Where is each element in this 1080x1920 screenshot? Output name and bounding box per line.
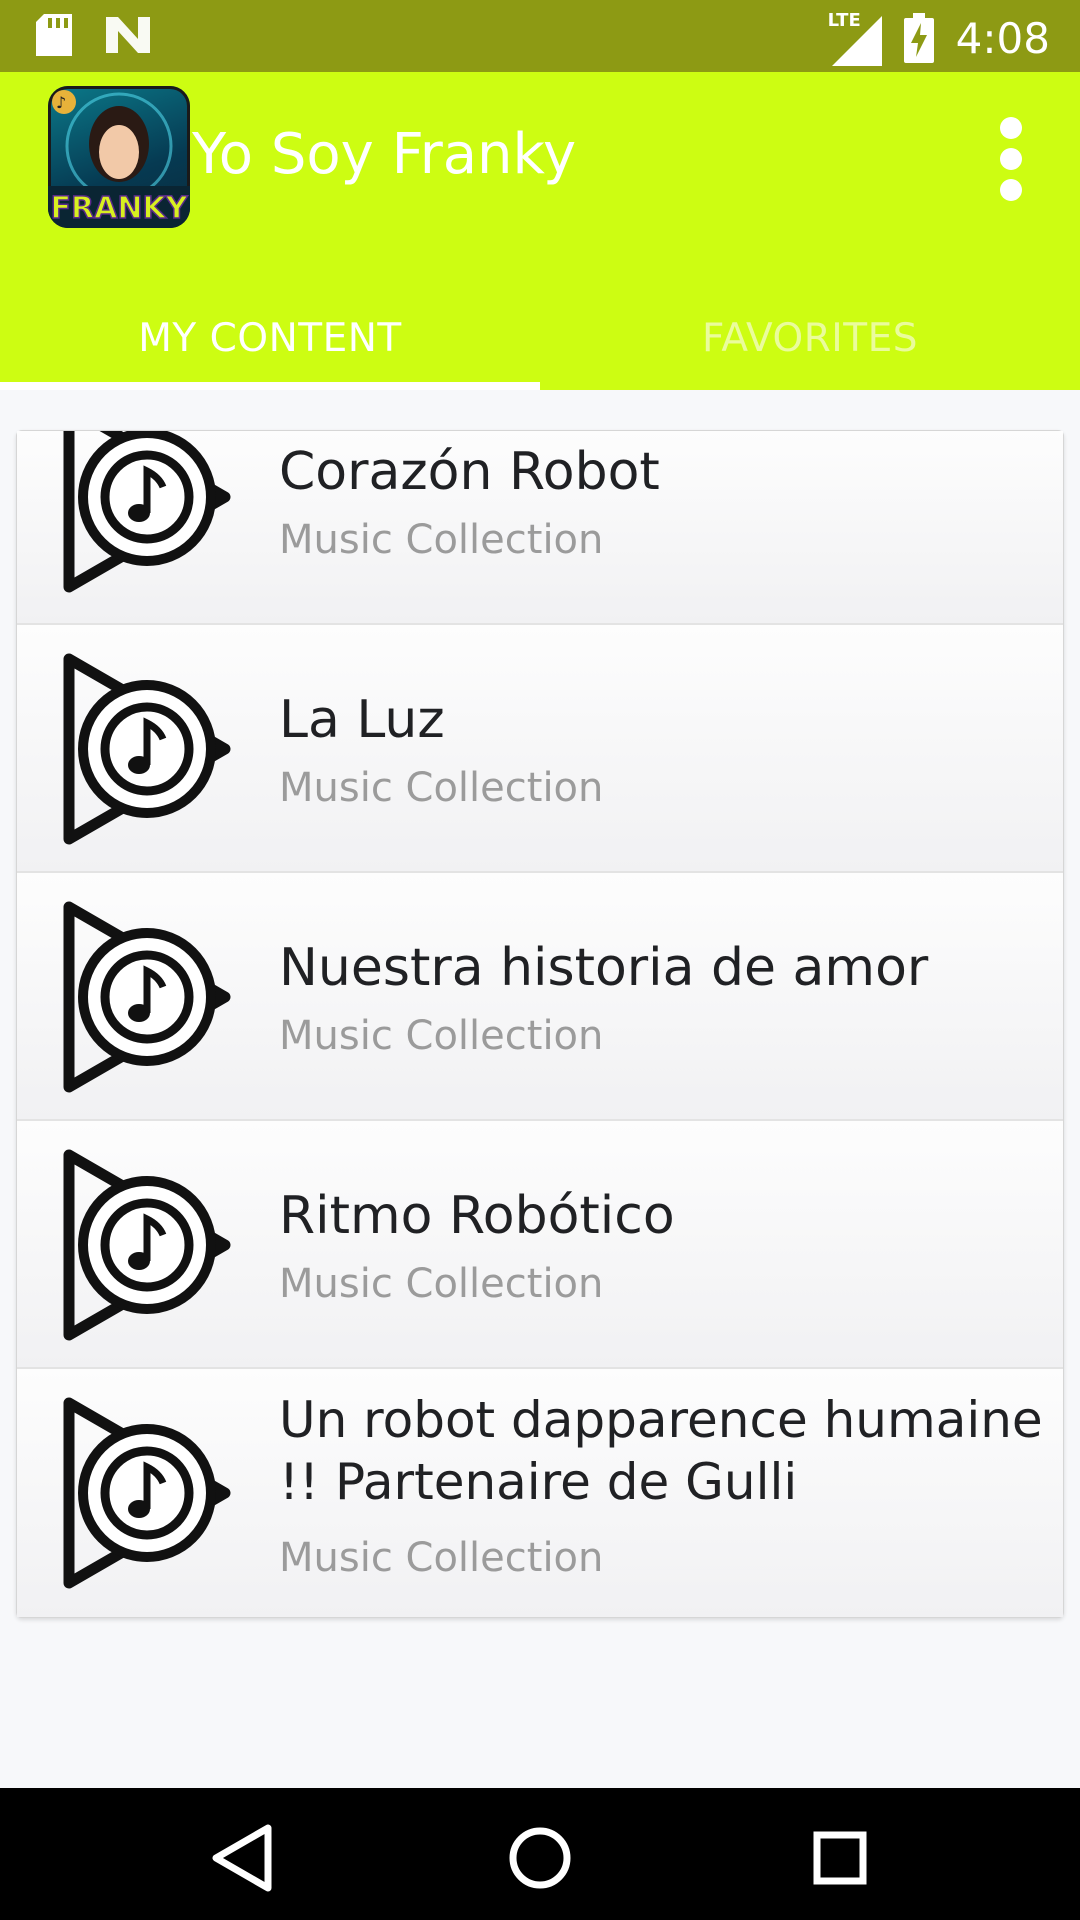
svg-text:♪: ♪ <box>56 93 66 112</box>
music-play-icon <box>63 1149 231 1341</box>
list-item[interactable]: La Luz Music Collection <box>17 625 1063 873</box>
song-subtitle: Music Collection <box>279 765 604 811</box>
music-play-icon <box>63 901 231 1093</box>
battery-charging-icon <box>903 13 934 63</box>
app-logo[interactable]: ♪ FRANKY <box>48 86 190 228</box>
music-play-icon <box>63 1397 231 1589</box>
song-subtitle: Music Collection <box>279 1013 604 1059</box>
song-title: La Luz <box>279 690 445 750</box>
status-bar: LTE 4:08 <box>0 0 1080 72</box>
tab-label: MY CONTENT <box>138 315 402 361</box>
song-subtitle: Music Collection <box>279 517 604 563</box>
back-icon[interactable] <box>202 1818 282 1898</box>
tab-my-content[interactable]: MY CONTENT <box>0 286 540 390</box>
app-title: Yo Soy Franky <box>192 122 577 187</box>
svg-text:FRANKY: FRANKY <box>51 191 189 226</box>
app-bar: ♪ FRANKY Yo Soy Franky MY CONTENT FAVORI… <box>0 72 1080 390</box>
list-item[interactable]: Ritmo Robótico Music Collection <box>17 1121 1063 1369</box>
navigation-bar <box>0 1788 1080 1920</box>
tab-favorites[interactable]: FAVORITES <box>540 286 1080 390</box>
recents-icon[interactable] <box>800 1818 880 1898</box>
song-title: Corazón Robot <box>279 442 660 502</box>
song-title: Un robot dapparence humaine !! Partenair… <box>279 1391 1043 1511</box>
song-subtitle: Music Collection <box>279 1261 604 1307</box>
signal-icon: LTE <box>828 10 882 66</box>
song-title: Ritmo Robótico <box>279 1186 675 1246</box>
list-item[interactable]: Nuestra historia de amor Music Collectio… <box>17 873 1063 1121</box>
list-item[interactable]: Un robot dapparence humaine !! Partenair… <box>17 1369 1063 1617</box>
music-play-icon <box>63 653 231 845</box>
overflow-menu-icon[interactable] <box>990 116 1032 234</box>
app-logo-image: ♪ FRANKY <box>48 90 190 228</box>
n-notification-icon <box>106 17 150 53</box>
home-icon[interactable] <box>500 1818 580 1898</box>
tab-bar: MY CONTENT FAVORITES <box>0 286 1080 390</box>
song-subtitle: Music Collection <box>279 1535 604 1581</box>
song-title: Nuestra historia de amor <box>279 938 929 998</box>
music-play-icon <box>63 431 231 593</box>
list-item[interactable]: Corazón Robot Music Collection <box>17 431 1063 625</box>
tab-indicator <box>0 382 540 390</box>
tab-label: FAVORITES <box>701 315 919 361</box>
clock: 4:08 <box>955 13 1050 63</box>
song-list[interactable]: Corazón Robot Music Collection La Luz Mu… <box>16 430 1064 1618</box>
sd-card-icon <box>36 14 72 56</box>
